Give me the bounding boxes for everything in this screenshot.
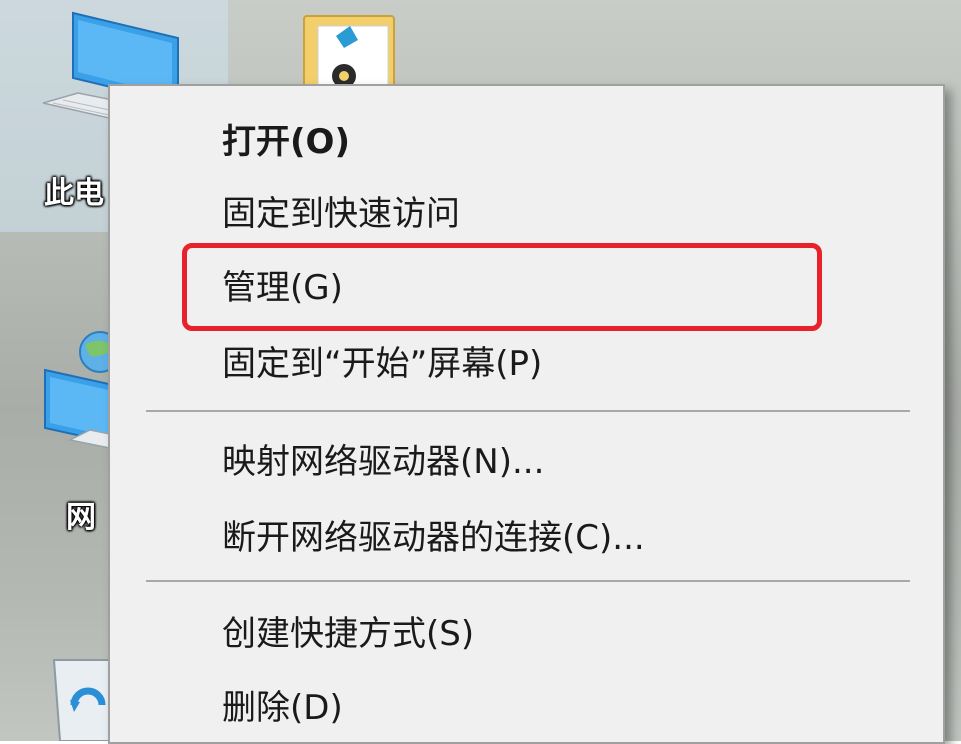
- this-pc-label: 此电: [44, 176, 104, 211]
- menu-item-pin-quick-access[interactable]: 固定到快速访问: [110, 182, 943, 246]
- menu-item-disconnect-network-drive[interactable]: 断开网络驱动器的连接(C)...: [110, 506, 943, 570]
- menu-item-map-network-drive[interactable]: 映射网络驱动器(N)...: [110, 430, 943, 494]
- menu-item-create-shortcut[interactable]: 创建快捷方式(S): [110, 602, 943, 666]
- menu-item-open[interactable]: 打开(O): [110, 110, 943, 174]
- menu-item-manage[interactable]: 管理(G): [110, 256, 943, 320]
- network-label: 网: [66, 500, 96, 535]
- menu-separator: [146, 580, 910, 582]
- menu-item-pin-start[interactable]: 固定到“开始”屏幕(P): [110, 332, 943, 396]
- context-menu: 打开(O) 固定到快速访问 管理(G) 固定到“开始”屏幕(P) 映射网络驱动器…: [108, 84, 945, 744]
- menu-item-delete[interactable]: 删除(D): [110, 676, 943, 740]
- folder-icon[interactable]: [296, 6, 406, 96]
- menu-separator: [146, 410, 910, 412]
